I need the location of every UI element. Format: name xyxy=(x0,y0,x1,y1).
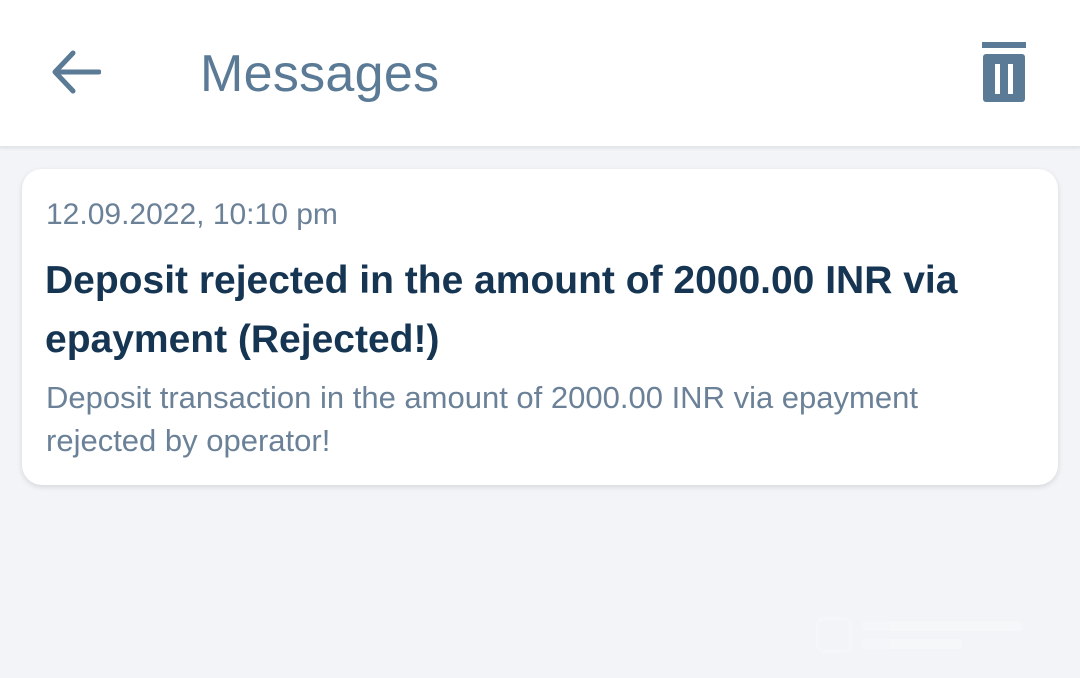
message-date: 12.09.2022, 10:10 pm xyxy=(46,198,338,231)
delete-all-button[interactable] xyxy=(974,36,1034,108)
message-title: Deposit rejected in the amount of 2000.0… xyxy=(45,259,958,361)
message-card[interactable]: 12.09.2022, 10:10 pm Deposit rejected in… xyxy=(22,169,1058,485)
message-body: Deposit transaction in the amount of 200… xyxy=(46,380,918,458)
watermark-logo-icon xyxy=(816,617,852,653)
app-bar: Messages xyxy=(0,0,1080,148)
page-title: Messages xyxy=(200,45,440,103)
trash-icon xyxy=(982,42,1026,102)
watermark-logo xyxy=(816,612,1036,658)
arrow-left-icon xyxy=(52,50,101,94)
back-button[interactable] xyxy=(46,44,106,100)
